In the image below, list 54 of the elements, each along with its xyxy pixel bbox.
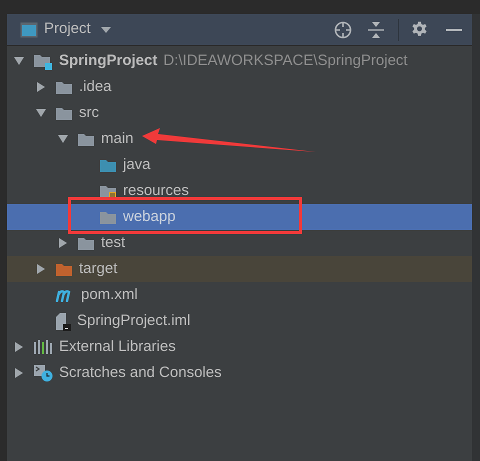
item-label: External Libraries [59, 336, 176, 357]
tree-item[interactable]: External Libraries [7, 334, 472, 360]
tree-item[interactable]: main [7, 126, 472, 152]
file-icon [55, 312, 71, 330]
item-label: SpringProject.iml [77, 310, 190, 331]
collapse-arrow-icon[interactable] [35, 107, 47, 119]
item-label: webapp [123, 206, 176, 227]
expand-arrow-icon[interactable] [35, 81, 47, 93]
item-label: target [79, 258, 118, 279]
item-label: Scratches and Consoles [59, 362, 222, 383]
item-label: resources [123, 180, 189, 201]
tree-item[interactable]: src [7, 100, 472, 126]
console-clock-icon [33, 364, 53, 382]
item-label: test [101, 232, 126, 253]
folder-icon [55, 80, 73, 94]
tree-item[interactable]: SpringProject.iml [7, 308, 472, 334]
tree-item[interactable]: webapp [7, 204, 472, 230]
item-label: .idea [79, 76, 112, 97]
expand-arrow-icon[interactable] [57, 237, 69, 249]
item-label: pom.xml [81, 284, 138, 305]
item-label: main [101, 128, 134, 149]
folder-icon [77, 236, 95, 250]
folder-icon [99, 210, 117, 224]
tree-item[interactable]: target [7, 256, 472, 282]
expand-arrow-icon[interactable] [13, 367, 25, 379]
folder-icon [55, 106, 73, 120]
dropdown-caret-icon [100, 26, 111, 32]
expand-arrow-icon[interactable] [13, 341, 25, 353]
view-dropdown[interactable]: Project [44, 18, 111, 41]
tree-item[interactable]: test [7, 230, 472, 256]
tree-item[interactable]: java [7, 152, 472, 178]
tree-item[interactable]: Scratches and Consoles [7, 360, 472, 386]
collapse-all-icon[interactable] [368, 20, 384, 38]
folder-icon [99, 158, 117, 172]
folder-icon [77, 132, 95, 146]
expand-arrow-icon[interactable] [35, 263, 47, 275]
item-label: java [123, 154, 151, 175]
library-icon [33, 339, 53, 355]
tree-item[interactable]: pom.xml [7, 282, 472, 308]
collapse-arrow-icon[interactable] [13, 55, 25, 67]
item-label: SpringProject [59, 50, 158, 71]
item-label: src [79, 102, 99, 123]
collapse-arrow-icon[interactable] [57, 133, 69, 145]
module-folder-icon [33, 52, 53, 70]
tree-item[interactable]: .idea [7, 74, 472, 100]
tree-item[interactable]: SpringProject D:\IDEAWORKSPACE\SpringProject [7, 48, 472, 74]
minimize-icon[interactable] [446, 28, 462, 32]
window-icon [20, 22, 38, 38]
folder-icon [99, 184, 117, 198]
path-text: D:\IDEAWORKSPACE\SpringProject [163, 50, 408, 71]
folder-icon [55, 262, 73, 276]
locate-icon[interactable] [334, 20, 352, 38]
settings-icon[interactable] [411, 21, 428, 38]
tree-item[interactable]: resources [7, 178, 472, 204]
